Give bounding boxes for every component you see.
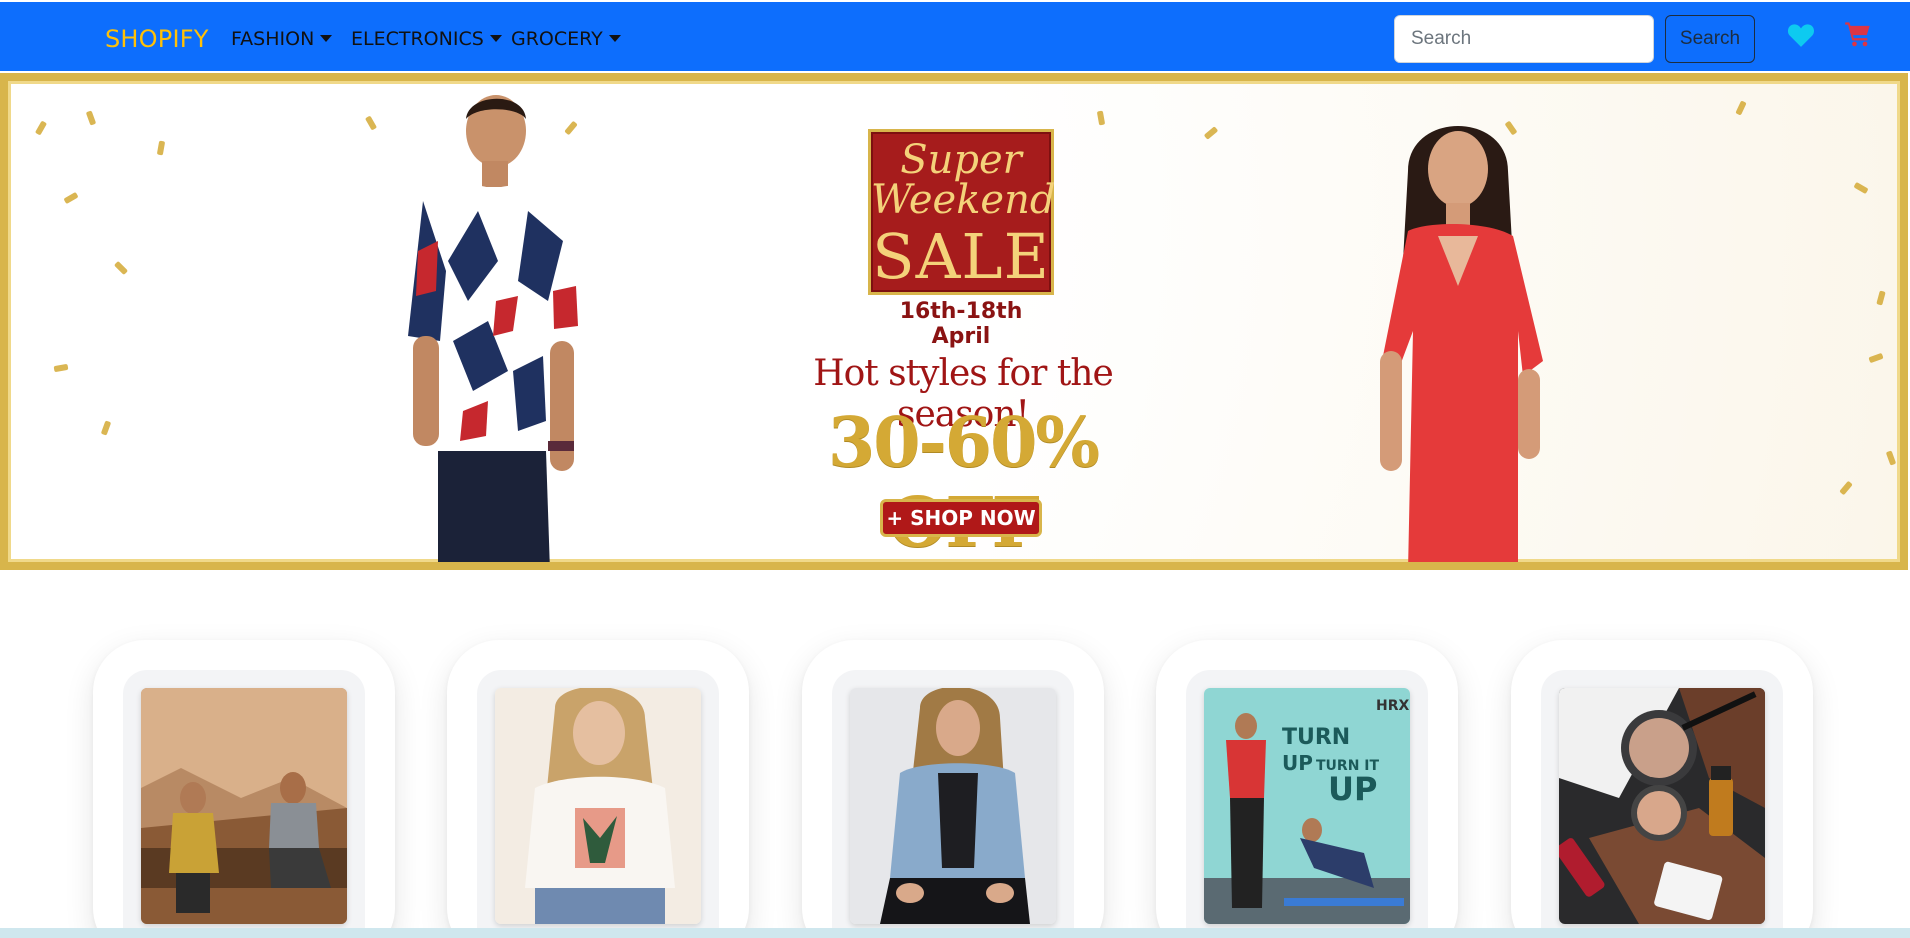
nav-fashion-label: FASHION xyxy=(231,28,315,50)
caret-down-icon xyxy=(608,35,621,42)
confetti-decoration xyxy=(85,110,97,126)
svg-text:TURN: TURN xyxy=(1282,725,1350,750)
category-card[interactable] xyxy=(1511,640,1813,938)
card-image-frame: HRX TURN UP TURN IT UP xyxy=(1186,670,1428,938)
hrx-logo: HRX xyxy=(1376,698,1409,714)
tshirt-model-photo xyxy=(495,688,701,924)
nav-fashion-dropdown[interactable]: FASHION xyxy=(231,28,333,50)
hrx-fitness-photo: HRX TURN UP TURN IT UP xyxy=(1204,688,1410,924)
cart-icon[interactable] xyxy=(1843,20,1873,48)
confetti-decoration xyxy=(1885,450,1897,466)
confetti-decoration xyxy=(1839,480,1853,496)
couple-desert-photo xyxy=(141,688,347,924)
confetti-decoration xyxy=(34,120,48,136)
caret-down-icon xyxy=(320,35,333,42)
sale-badge-line3: SALE xyxy=(872,220,1050,293)
denim-jacket-model-photo xyxy=(850,688,1056,924)
category-card[interactable] xyxy=(447,640,749,938)
svg-text:UP: UP xyxy=(1328,770,1377,808)
category-card[interactable] xyxy=(93,640,395,938)
card-image-frame xyxy=(1541,670,1783,938)
confetti-decoration xyxy=(1096,110,1106,126)
nav-grocery-label: GROCERY xyxy=(511,28,603,50)
cosmetics-photo xyxy=(1559,688,1765,924)
confetti-decoration xyxy=(364,115,378,131)
search-button[interactable]: Search xyxy=(1665,15,1755,63)
discount-text: 30-60% OFF xyxy=(827,403,1100,562)
sale-badge-line2: Weekend xyxy=(871,177,1056,223)
navbar: SHOPIFY FASHION ELECTRONICS GROCERY Sear… xyxy=(0,2,1910,71)
shop-now-button[interactable]: + SHOP NOW xyxy=(880,499,1042,537)
confetti-decoration xyxy=(1735,100,1747,116)
sale-badge-line1: Super xyxy=(900,137,1022,183)
confetti-decoration xyxy=(1853,181,1869,195)
caret-down-icon xyxy=(489,35,502,42)
promo-banner[interactable]: Super Weekend SALE 16th-18th April Hot s… xyxy=(0,73,1908,570)
confetti-decoration xyxy=(113,260,129,276)
heart-icon[interactable] xyxy=(1786,22,1816,48)
nav-grocery-dropdown[interactable]: GROCERY xyxy=(511,28,621,50)
brand-logo[interactable]: SHOPIFY xyxy=(105,25,209,53)
male-model-image xyxy=(408,95,583,562)
card-image-frame xyxy=(477,670,719,938)
confetti-decoration xyxy=(1203,126,1219,140)
confetti-decoration xyxy=(1876,290,1886,306)
bottom-scroll-strip xyxy=(0,928,1910,938)
category-card[interactable] xyxy=(802,640,1104,938)
female-model-image xyxy=(1380,126,1543,562)
confetti-decoration xyxy=(1868,352,1884,364)
category-card[interactable]: HRX TURN UP TURN IT UP xyxy=(1156,640,1458,938)
card-image-frame xyxy=(832,670,1074,938)
card-image-frame xyxy=(123,670,365,938)
sale-dates: 16th-18th April xyxy=(899,299,1023,349)
nav-electronics-dropdown[interactable]: ELECTRONICS xyxy=(351,28,502,50)
sale-badge: Super Weekend SALE xyxy=(868,129,1056,295)
svg-text:UP: UP xyxy=(1282,751,1313,775)
nav-electronics-label: ELECTRONICS xyxy=(351,28,484,50)
confetti-decoration xyxy=(100,420,112,436)
confetti-decoration xyxy=(156,140,166,156)
search-input[interactable] xyxy=(1394,15,1654,63)
confetti-decoration xyxy=(53,363,69,373)
confetti-decoration xyxy=(63,191,79,205)
